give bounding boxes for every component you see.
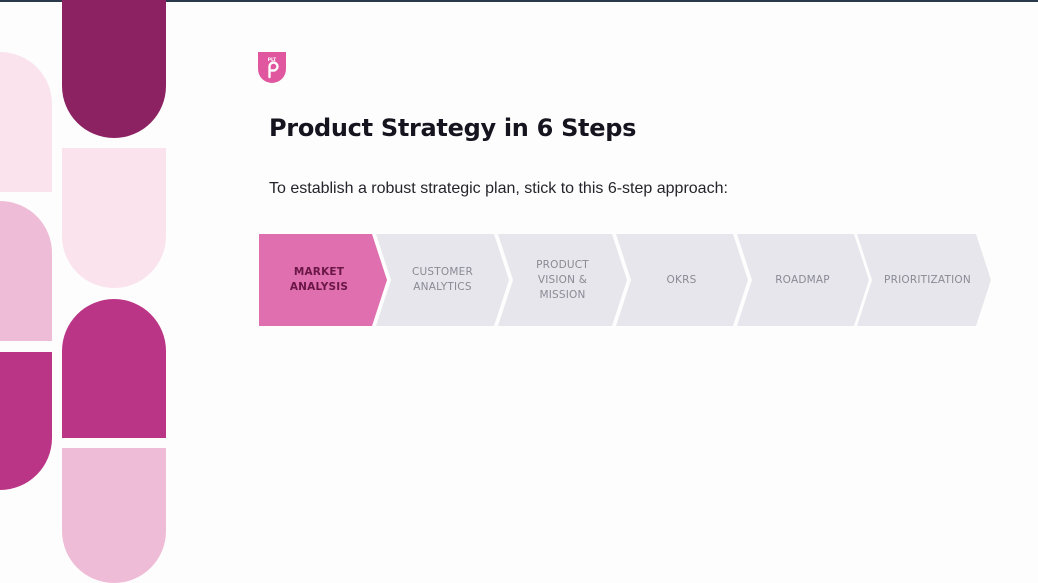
deco-shape <box>0 352 52 490</box>
deco-shape <box>62 299 166 438</box>
deco-shape <box>0 52 52 192</box>
step-label: MARKET ANALYSIS <box>289 266 349 293</box>
deco-shape <box>62 148 166 288</box>
strategy-steps: MARKET ANALYSIS CUSTOMER ANALYTICS PRODU… <box>259 234 991 326</box>
step-prioritization[interactable]: PRIORITIZATION <box>857 234 991 326</box>
step-product-vision-mission[interactable]: PRODUCT VISION & MISSION <box>498 234 627 326</box>
page-title: Product Strategy in 6 Steps <box>269 114 637 142</box>
page-subtitle: To establish a robust strategic plan, st… <box>269 180 728 197</box>
deco-shape <box>62 0 166 138</box>
step-customer-analytics[interactable]: CUSTOMER ANALYTICS <box>376 234 509 326</box>
step-label: PRODUCT VISION & MISSION <box>536 258 589 301</box>
step-label: CUSTOMER ANALYTICS <box>412 266 473 293</box>
step-label: ROADMAP <box>775 273 830 286</box>
step-market-analysis[interactable]: MARKET ANALYSIS <box>259 234 387 326</box>
step-label: PRIORITIZATION <box>884 273 971 286</box>
step-roadmap[interactable]: ROADMAP <box>737 234 869 326</box>
step-okrs[interactable]: OKRS <box>616 234 748 326</box>
deco-shape <box>0 201 52 341</box>
deco-shape <box>62 448 166 583</box>
step-label: OKRS <box>666 273 697 286</box>
brand-logo: PLT <box>258 52 286 83</box>
slide: PLT Product Strategy in 6 Steps To estab… <box>0 0 1038 583</box>
decorative-pill-pattern <box>0 0 166 583</box>
